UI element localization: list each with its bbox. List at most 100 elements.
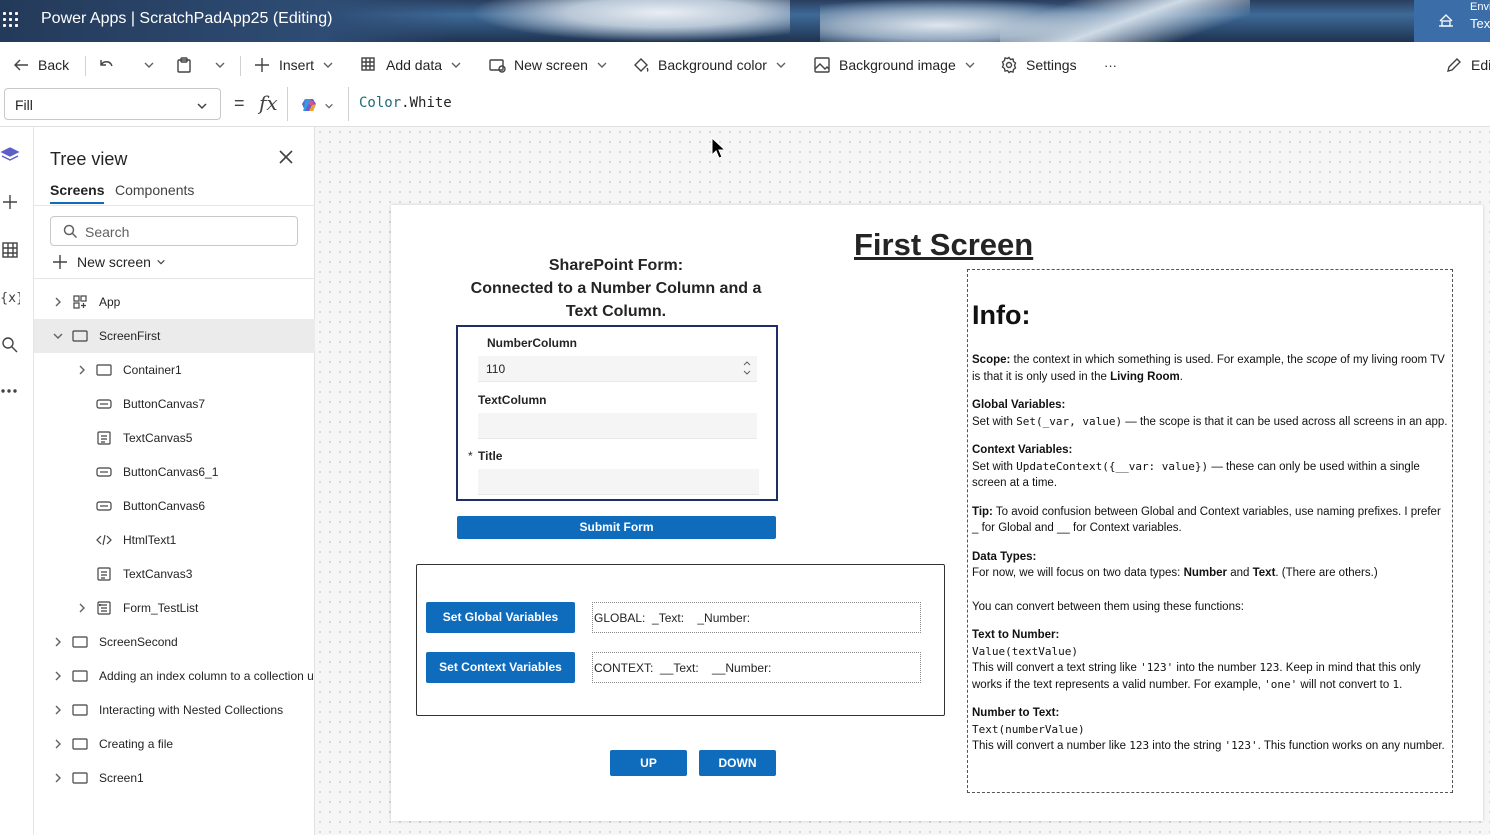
background-image-button[interactable]: Background image <box>813 43 976 87</box>
clipboard-icon <box>177 57 191 73</box>
chevron-right-icon[interactable] <box>53 637 63 647</box>
screen-icon <box>72 772 88 784</box>
tree-item[interactable]: TextCanvas3 <box>34 557 315 591</box>
variables-container[interactable] <box>416 564 945 716</box>
add-data-button[interactable]: Add data <box>360 43 462 87</box>
tree-item[interactable]: Screen1 <box>34 761 315 795</box>
global-variables-text[interactable]: GLOBAL: _Text: _Number: <box>592 602 921 633</box>
chevron-right-icon[interactable] <box>53 297 63 307</box>
tree-item[interactable]: Form_TestList <box>34 591 315 625</box>
chevron-down-icon[interactable] <box>53 331 63 341</box>
new-screen-label: New screen <box>77 254 151 270</box>
tree-item-label: Screen1 <box>99 771 144 785</box>
context-variables-text[interactable]: CONTEXT: __Text: __Number: <box>592 652 921 683</box>
command-bar: Back Insert Add data New screen Backgrou… <box>0 43 1490 87</box>
paste-dropdown[interactable] <box>206 43 226 87</box>
formula-bar: Fill = fx Color.White <box>0 87 1490 127</box>
undo-button[interactable] <box>96 43 122 87</box>
chevron-right-icon[interactable] <box>53 739 63 749</box>
context-variables-paragraph: Context Variables: Set with UpdateContext… <box>972 444 1420 489</box>
set-global-variables-button[interactable]: Set Global Variables <box>426 602 575 633</box>
divider <box>85 56 86 76</box>
layers-icon[interactable] <box>0 145 20 165</box>
left-rail: {x} <box>0 127 34 835</box>
search-icon[interactable] <box>0 335 20 355</box>
tree-item[interactable]: ScreenSecond <box>34 625 315 659</box>
tree-item[interactable]: ButtonCanvas6 <box>34 489 315 523</box>
sharepoint-form-title[interactable]: SharePoint Form: Connected to a Number C… <box>455 254 777 323</box>
tree-item-label: Form_TestList <box>123 601 199 615</box>
tree-item[interactable]: Creating a file <box>34 727 315 761</box>
number-column-input[interactable]: 110 <box>478 356 757 382</box>
tree-item[interactable]: ScreenFirst <box>34 319 315 353</box>
chevron-down-icon <box>215 62 225 68</box>
app-title: Power Apps | ScratchPadApp25 (Editing) <box>41 10 333 27</box>
set-context-variables-button[interactable]: Set Context Variables <box>426 652 575 683</box>
tab-components[interactable]: Components <box>115 182 194 198</box>
background-image-label: Background image <box>839 57 956 73</box>
chevron-right-icon[interactable] <box>77 603 87 613</box>
tree-new-screen-button[interactable]: New screen <box>52 254 166 270</box>
chevron-right-icon[interactable] <box>77 365 87 375</box>
data-table-icon[interactable] <box>0 240 20 260</box>
up-button[interactable]: UP <box>610 750 687 776</box>
formula-object: Color <box>359 95 402 111</box>
tree-item-label: ScreenSecond <box>99 635 178 649</box>
tree-search-input[interactable]: Search <box>50 216 298 246</box>
chevron-right-icon[interactable] <box>53 705 63 715</box>
gear-icon <box>1001 56 1017 74</box>
convert-paragraph: You can convert between them using these… <box>972 600 1244 613</box>
property-dropdown[interactable]: Fill <box>4 88 221 120</box>
settings-button[interactable]: Settings <box>1000 43 1077 87</box>
new-screen-button[interactable]: New screen <box>488 43 608 87</box>
container-icon <box>96 364 112 376</box>
edit-button[interactable]: Edi <box>1445 43 1490 87</box>
insert-button[interactable]: Insert <box>253 43 334 87</box>
undo-dropdown[interactable] <box>135 43 155 87</box>
spinner-icon[interactable] <box>742 358 752 378</box>
tree-item[interactable]: ButtonCanvas7 <box>34 387 315 421</box>
tree-item[interactable]: Adding an index column to a collection u <box>34 659 315 693</box>
formula-input[interactable]: Color.White <box>359 95 452 111</box>
screen-title[interactable]: First Screen <box>854 227 1033 263</box>
tree-item-label: ButtonCanvas6_1 <box>123 465 219 479</box>
close-icon[interactable] <box>279 150 293 164</box>
new-screen-icon <box>489 59 506 73</box>
tree-item[interactable]: ButtonCanvas6_1 <box>34 455 315 489</box>
title-input[interactable] <box>478 469 759 495</box>
new-screen-label: New screen <box>514 57 588 73</box>
tree-item[interactable]: Container1 <box>34 353 315 387</box>
chevron-right-icon[interactable] <box>53 671 63 681</box>
paste-button[interactable] <box>175 43 201 87</box>
tree-item-label: Adding an index column to a collection u <box>99 669 314 683</box>
tree-item-label: TextCanvas3 <box>123 567 193 581</box>
image-icon <box>814 57 830 73</box>
plus-icon[interactable] <box>0 192 20 212</box>
tree-item[interactable]: Interacting with Nested Collections <box>34 693 315 727</box>
title-label: Title <box>478 449 503 463</box>
app-launcher-icon[interactable] <box>3 12 19 28</box>
text-column-input[interactable] <box>478 413 757 439</box>
environment-icon[interactable] <box>1437 12 1455 30</box>
info-html-text[interactable]: Info: Scope: the context in which someth… <box>967 269 1453 793</box>
tree-item[interactable]: TextCanvas5 <box>34 421 315 455</box>
chevron-down-icon <box>597 62 607 68</box>
more-icon[interactable] <box>0 381 20 401</box>
divider <box>34 278 315 279</box>
variables-icon[interactable]: {x} <box>0 287 20 307</box>
background-color-button[interactable]: Background color <box>632 43 787 87</box>
chevron-down-icon <box>451 62 461 68</box>
back-button[interactable]: Back <box>12 43 69 87</box>
tab-screens[interactable]: Screens <box>50 182 105 204</box>
background-color-label: Background color <box>658 57 767 73</box>
sharepoint-form[interactable]: NumberColumn 110 TextColumn * Title <box>456 325 778 501</box>
copilot-button[interactable] <box>287 87 349 121</box>
more-button[interactable]: ··· <box>1104 43 1117 87</box>
global-variables-paragraph: Global Variables: Set with Set(_var, valu… <box>972 399 1448 428</box>
down-button[interactable]: DOWN <box>699 750 776 776</box>
tree-item[interactable]: HtmlText1 <box>34 523 315 557</box>
chevron-right-icon[interactable] <box>53 773 63 783</box>
submit-form-button[interactable]: Submit Form <box>457 516 776 539</box>
title-bar: Power Apps | ScratchPadApp25 (Editing) E… <box>0 0 1490 42</box>
tree-item[interactable]: App <box>34 285 315 319</box>
